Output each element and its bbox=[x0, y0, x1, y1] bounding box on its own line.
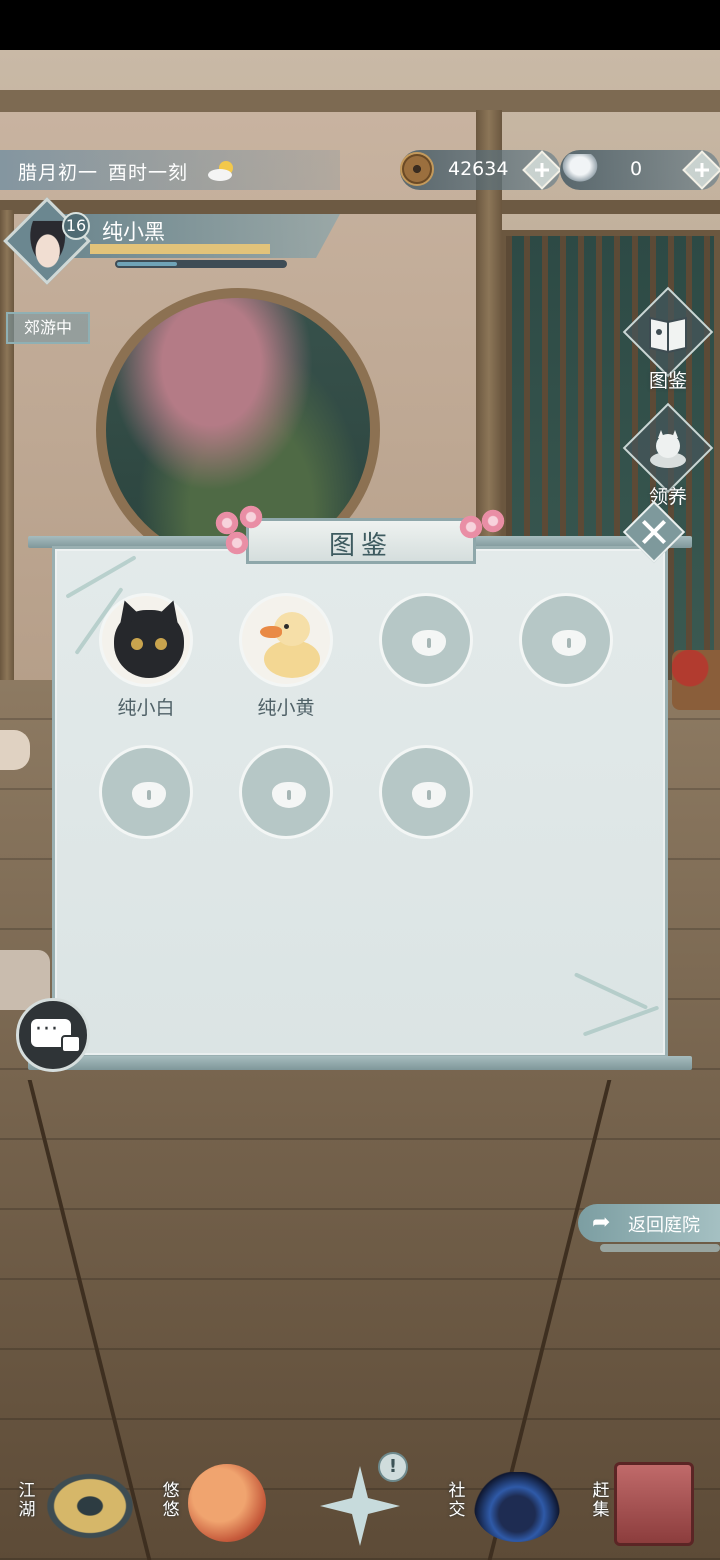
coin-counter: 42634 bbox=[400, 150, 562, 190]
add-silver-button[interactable] bbox=[682, 150, 720, 190]
plum-blossom-decoration bbox=[480, 508, 506, 534]
locked-pet-slot[interactable] bbox=[99, 745, 193, 873]
locked-pet-slot[interactable] bbox=[379, 745, 473, 873]
locked-portrait-frame bbox=[239, 745, 333, 839]
lock-icon bbox=[272, 782, 306, 808]
fruit-basket bbox=[672, 650, 720, 710]
bamboo-decoration bbox=[582, 1005, 660, 1037]
nav-social-label: 社交 bbox=[448, 1481, 466, 1520]
pet-portrait-frame bbox=[239, 593, 333, 687]
nav-social[interactable]: 社交 bbox=[446, 1452, 566, 1552]
nav-center-compass[interactable]: ! bbox=[316, 1452, 408, 1548]
panel-title-plate: 图鉴 bbox=[246, 518, 476, 564]
pet-name: 纯小黄 bbox=[257, 697, 315, 719]
nav-youyou[interactable]: 悠悠 bbox=[160, 1452, 280, 1552]
locked-portrait-frame bbox=[519, 593, 613, 687]
black-cat-icon bbox=[114, 610, 184, 678]
return-courtyard-label: 返回庭院 bbox=[628, 1215, 700, 1236]
return-courtyard-button[interactable]: ➦ 返回庭院 bbox=[578, 1204, 720, 1242]
copper-coin-icon bbox=[400, 152, 434, 186]
album-panel: 纯小白 纯小黄 bbox=[52, 546, 668, 1058]
date-label: 腊月初一 bbox=[18, 162, 99, 184]
pet-name: 纯小白 bbox=[117, 697, 175, 719]
ceiling-beam-lower bbox=[0, 200, 720, 214]
nav-market[interactable]: 赶集 bbox=[590, 1452, 720, 1552]
pet-portrait-frame bbox=[99, 593, 193, 687]
wave-icon bbox=[474, 1472, 560, 1542]
nav-market-label: 赶集 bbox=[592, 1481, 610, 1520]
nav-youyou-label: 悠悠 bbox=[162, 1481, 180, 1520]
lock-icon bbox=[412, 782, 446, 808]
lock-icon bbox=[412, 630, 446, 656]
lock-icon bbox=[552, 630, 586, 656]
coin-amount: 42634 bbox=[448, 158, 509, 180]
stamina-fill bbox=[117, 262, 178, 266]
player-name: 纯小黑 bbox=[102, 220, 165, 244]
yellow-duck-icon bbox=[260, 612, 320, 678]
bamboo-hat-icon bbox=[42, 1470, 138, 1542]
market-box-icon bbox=[614, 1462, 694, 1546]
status-bar bbox=[0, 0, 720, 50]
locked-pet-slot[interactable] bbox=[239, 745, 333, 873]
locked-portrait-frame bbox=[379, 745, 473, 839]
book-icon bbox=[649, 316, 687, 354]
locked-portrait-frame bbox=[379, 593, 473, 687]
ceiling-beam bbox=[0, 90, 720, 112]
scroll-rod-bottom bbox=[28, 1056, 692, 1070]
partly-cloudy-icon bbox=[208, 161, 233, 181]
swallow-sunset-icon bbox=[188, 1464, 266, 1542]
lock-icon bbox=[132, 782, 166, 808]
return-arrow-icon: ➦ bbox=[592, 1210, 611, 1235]
panel-title: 图鉴 bbox=[328, 531, 393, 561]
cloud-decoration bbox=[600, 1244, 720, 1252]
plum-blossom-decoration bbox=[238, 504, 264, 530]
stamina-bar bbox=[115, 260, 287, 268]
locked-pet-slot[interactable] bbox=[379, 593, 473, 721]
level-badge: 16 bbox=[62, 212, 90, 240]
wooden-post-left bbox=[0, 210, 14, 680]
adopt-button-label: 领养 bbox=[648, 486, 687, 508]
album-button-label: 图鉴 bbox=[648, 370, 687, 392]
pet-slot[interactable]: 纯小黄 bbox=[239, 593, 333, 721]
silver-counter: 0 bbox=[560, 150, 720, 190]
silver-amount: 0 bbox=[630, 158, 643, 180]
locked-portrait-frame bbox=[99, 745, 193, 839]
time-label: 酉时一刻 bbox=[108, 162, 189, 184]
bamboo-decoration bbox=[573, 972, 649, 1010]
locked-pet-slot[interactable] bbox=[519, 593, 613, 721]
chat-button[interactable] bbox=[16, 998, 90, 1072]
status-badge: 郊游中 bbox=[6, 312, 90, 344]
date-time-bar: 腊月初一 酉时一刻 bbox=[0, 150, 340, 190]
adopt-button[interactable]: 领养 bbox=[622, 402, 714, 508]
cushion bbox=[0, 730, 30, 770]
silver-ingot-icon bbox=[560, 154, 600, 184]
nav-jianghu[interactable]: 江湖 bbox=[16, 1452, 146, 1552]
pet-slot[interactable]: 纯小白 bbox=[99, 593, 193, 721]
notification-badge: ! bbox=[378, 1452, 408, 1482]
nav-jianghu-label: 江湖 bbox=[18, 1481, 36, 1520]
plum-blossom-decoration bbox=[224, 530, 250, 556]
album-button[interactable]: 图鉴 bbox=[622, 286, 714, 392]
chat-bubble-small-icon bbox=[61, 1035, 81, 1053]
pet-bowl-icon bbox=[650, 430, 686, 468]
